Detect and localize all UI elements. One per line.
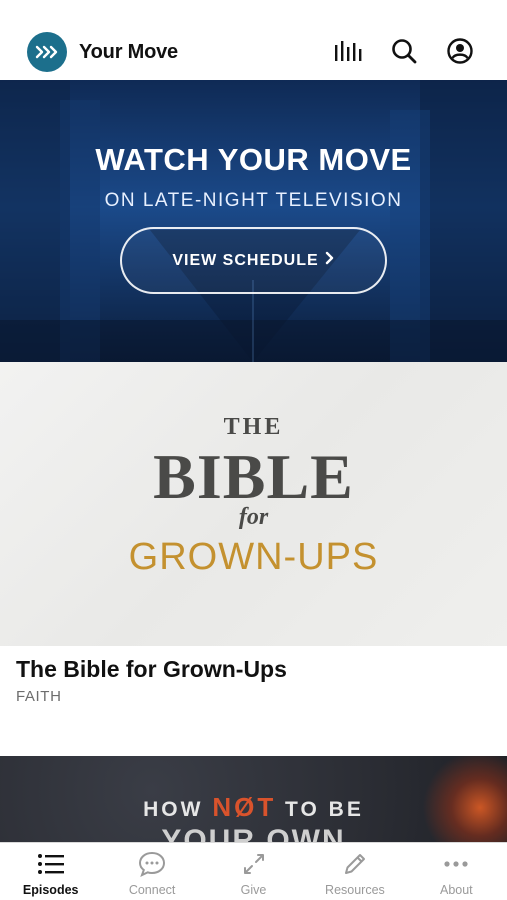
pencil-icon [341,851,369,877]
art-the: THE [223,414,284,440]
next-series-artwork[interactable]: HOW NØT TO BE YOUR OWN [0,756,507,842]
tab-give[interactable]: Give [203,843,304,900]
tab-label: Connect [128,883,176,897]
series-title[interactable]: The Bible for Grown-Ups [16,656,287,683]
tab-resources[interactable]: Resources [304,843,405,900]
app-header: Your Move [0,0,507,80]
bottom-tab-bar: Episodes Connect Give Resources About [0,842,507,900]
chevron-right-icon [325,251,335,270]
chat-bubble-icon [138,851,166,877]
bars-icon[interactable] [333,36,363,66]
series-artwork[interactable]: THE BIBLE for GROWN-UPS [0,362,507,646]
art-bible: BIBLE [153,441,354,512]
tab-label: Episodes [22,883,79,897]
banner-title: WATCH YOUR MOVE [95,142,412,177]
next-series-headline: HOW NØT TO BE [0,792,507,823]
city-background [0,80,507,362]
series-category: FAITH [16,688,62,705]
art-for: for [238,504,269,530]
more-icon [442,851,470,877]
tab-label: Give [240,883,267,897]
logo-icon [27,32,67,72]
list-icon [37,851,65,877]
brand[interactable]: Your Move [27,32,178,72]
view-schedule-label: VIEW SCHEDULE [172,251,319,269]
tab-episodes[interactable]: Episodes [0,843,101,900]
banner-subtitle: ON LATE-NIGHT TELEVISION [104,190,403,211]
tab-label: Resources [325,883,385,897]
next-word-how: HOW [143,798,204,821]
header-actions [333,36,475,66]
promo-banner[interactable]: WATCH YOUR MOVE ON LATE-NIGHT TELEVISION… [0,80,507,362]
next-word-tobe: TO BE [285,798,364,821]
tab-connect[interactable]: Connect [101,843,202,900]
next-series-partial: YOUR OWN [161,824,346,842]
search-icon[interactable] [389,36,419,66]
next-word-not: NØT [212,792,277,822]
tab-about[interactable]: About [406,843,507,900]
tab-label: About [439,883,473,897]
account-icon[interactable] [445,36,475,66]
app-name: Your Move [79,40,178,63]
arrows-icon [240,851,268,877]
view-schedule-button[interactable]: VIEW SCHEDULE [120,227,387,294]
art-grown-ups: GROWN-UPS [128,536,379,578]
